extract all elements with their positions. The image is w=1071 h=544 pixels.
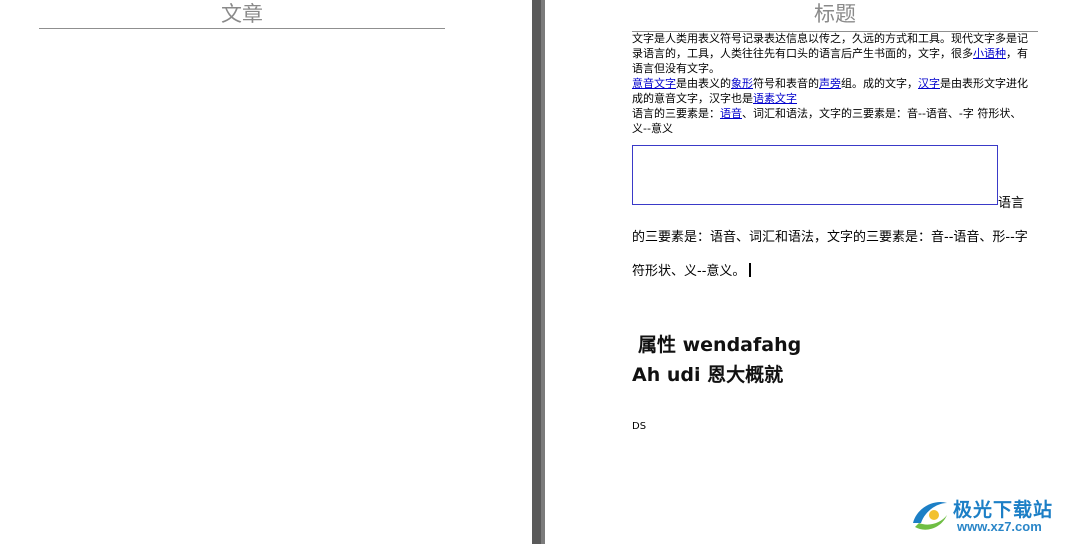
left-page-title[interactable]: 文章 [39, 1, 445, 27]
text-run: 是由表义的 [676, 77, 731, 90]
ds-label: DS [632, 421, 647, 432]
body-paragraph: 文字是人类用表义符号记录表达信息以传之，久远的方式和工具。现代文字多是记录语言的… [632, 31, 1032, 76]
text-run: 组。成的文字， [841, 77, 918, 90]
text-run: 符号和表音的 [753, 77, 819, 90]
watermark-url: www.xz7.com [957, 519, 1042, 534]
hyperlink[interactable]: 语音 [720, 107, 742, 120]
hyperlink[interactable]: 汉字 [918, 77, 940, 90]
hyperlink[interactable]: 声旁 [819, 77, 841, 90]
attribute-heading[interactable]: 属性 wendafahg Ah udi 恩大概就 [632, 330, 1052, 390]
body-paragraph: 语言的三要素是：语音、词汇和语法，文字的三要素是：音--语音、-字 符形状、义-… [632, 106, 1032, 136]
attribute-heading-line-2: Ah udi 恩大概就 [632, 364, 784, 386]
large-paragraph[interactable]: 语言的三要素是：语音、词汇和语法，文字的三要素是：音--语音、形--字符形状、义… [632, 187, 1032, 289]
attribute-heading-line-1: 属性 wendafahg [638, 334, 802, 356]
body-text[interactable]: 文字是人类用表义符号记录表达信息以传之，久远的方式和工具。现代文字多是记录语言的… [632, 31, 1032, 136]
page-gutter [532, 0, 545, 544]
right-page-title[interactable]: 标题 [632, 1, 1038, 27]
hyperlink[interactable]: 小语种 [973, 47, 1006, 60]
hyperlink[interactable]: 象形 [731, 77, 753, 90]
watermark: 极光下载站 www.xz7.com [907, 492, 1063, 538]
left-title-rule [39, 28, 445, 29]
text-cursor [749, 263, 752, 277]
right-page: 标题 文字是人类用表义符号记录表达信息以传之，久远的方式和工具。现代文字多是记录… [545, 0, 1071, 544]
text-run: 文字是人类用表义符号记录表达信息以传之，久远的方式和工具。现代文字多是记录语言的… [632, 32, 1028, 60]
text-run: 语言的三要素是： [632, 107, 720, 120]
hyperlink[interactable]: 语素文字 [753, 92, 797, 105]
left-page: 文章 [0, 0, 532, 544]
large-paragraph-text: 语言的三要素是：语音、词汇和语法，文字的三要素是：音--语音、形--字符形状、义… [632, 196, 1028, 279]
watermark-title: 极光下载站 [953, 499, 1054, 521]
body-paragraph: 意音文字是由表义的象形符号和表音的声旁组。成的文字，汉字是由表形文字进化成的意音… [632, 76, 1032, 106]
hyperlink[interactable]: 意音文字 [632, 77, 676, 90]
site-logo-icon [913, 501, 947, 530]
